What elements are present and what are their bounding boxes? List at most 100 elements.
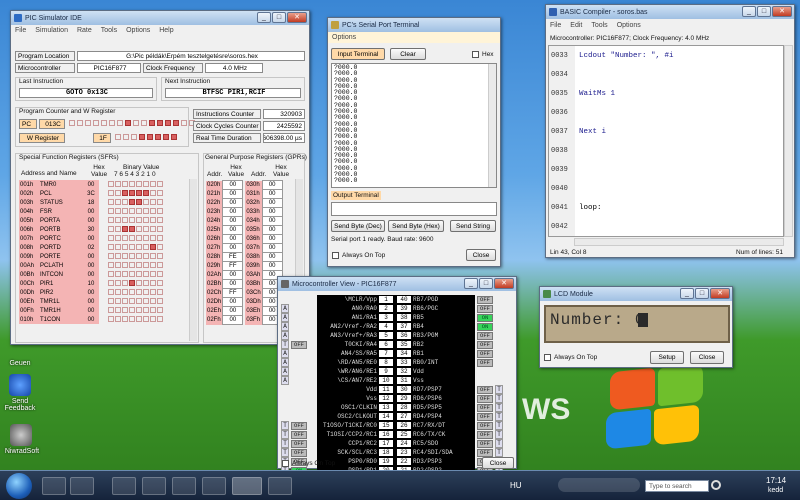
menu-simulation[interactable]: Simulation	[35, 27, 68, 34]
close-icon[interactable]: ✕	[494, 278, 514, 289]
pin-state[interactable]: ON	[477, 313, 493, 322]
menu-rate[interactable]: Rate	[77, 27, 92, 34]
pin-io-mode[interactable]: A	[281, 313, 289, 322]
pin-state[interactable]: OFF	[477, 304, 493, 313]
gpr-row[interactable]: 023h 00 033h 00	[206, 207, 283, 217]
menu-tools[interactable]: Tools	[101, 27, 117, 34]
code-line[interactable]: 0033 Lcdout "Number: ", #i	[549, 46, 783, 65]
gpr-row[interactable]: 027h 00 037h 00	[206, 243, 283, 253]
sfr-row[interactable]: 004h FSR 00	[19, 207, 165, 216]
pin-io-mode[interactable]: T	[495, 412, 503, 421]
lcd-always-on-top-checkbox[interactable]	[544, 354, 551, 361]
pin-io-mode[interactable]: T	[281, 448, 289, 457]
taskbar-item-mediaplayer[interactable]	[70, 477, 94, 495]
code-line[interactable]: 0041 loop:	[549, 198, 783, 217]
taskbar-item-app2[interactable]	[172, 477, 196, 495]
code-line[interactable]: 0040	[549, 179, 783, 198]
lcd-setup-button[interactable]: Setup	[650, 351, 684, 364]
menu-tools[interactable]: Tools	[591, 22, 607, 29]
mcu-titlebar[interactable]: Microcontroller View - PIC16F877 _ □ ✕	[278, 277, 516, 291]
hex-checkbox[interactable]	[472, 51, 479, 58]
gpr-row[interactable]: 025h 00 035h 00	[206, 225, 283, 235]
gpr-row[interactable]: 02Dh 00 03Dh 00	[206, 297, 283, 307]
pin-state[interactable]: OFF	[477, 295, 493, 304]
gpr-row[interactable]: 029h FF 039h 00	[206, 261, 283, 271]
taskbar-item-firefox[interactable]	[142, 477, 166, 495]
input-terminal-area[interactable]: ?000.0 ?000.0 ?000.0 ?000.0 ?000.0 ?000.0 ?000…	[331, 63, 497, 188]
language-indicator[interactable]: HU	[510, 481, 522, 490]
start-button[interactable]	[6, 473, 32, 499]
pin-io-mode[interactable]: A	[281, 376, 289, 385]
pin-io-mode[interactable]: T	[495, 430, 503, 439]
pin-state[interactable]: OFF	[477, 430, 493, 439]
lcd-close-button[interactable]: Close	[690, 351, 724, 364]
pin-state[interactable]: OFF	[477, 340, 493, 349]
code-horizontal-scrollbar[interactable]	[574, 238, 784, 246]
close-icon[interactable]: ✕	[287, 12, 307, 23]
menu-options[interactable]: Options	[332, 34, 356, 41]
sfr-row[interactable]: 005h PORTA 00	[19, 216, 165, 225]
gpr-row[interactable]: 02Ch FF 03Ch 00	[206, 288, 283, 298]
pin-io-mode[interactable]: A	[281, 322, 289, 331]
pin-state[interactable]: OFF	[477, 421, 493, 430]
sfr-row[interactable]: 006h PORTB 30	[19, 225, 165, 234]
close-icon[interactable]: ✕	[772, 6, 792, 17]
desktop-icon-send-feedback[interactable]: Send Feedback	[0, 374, 40, 418]
output-terminal-area[interactable]	[331, 202, 497, 216]
pin-io-mode[interactable]: T	[281, 421, 289, 430]
code-line[interactable]: 0042	[549, 217, 783, 236]
pin-state[interactable]: OFF	[477, 448, 493, 457]
menu-file[interactable]: File	[15, 27, 26, 34]
minimize-icon[interactable]: _	[464, 278, 478, 289]
gpr-row[interactable]: 026h 00 036h 00	[206, 234, 283, 244]
sfr-row[interactable]: 00Ah PCLATH 00	[19, 261, 165, 270]
pin-state[interactable]: OFF	[477, 358, 493, 367]
send-byte-hex-button[interactable]: Send Byte (Hex)	[388, 220, 444, 232]
pin-state[interactable]: OFF	[477, 403, 493, 412]
desktop-icon-niwradsoft[interactable]: NiwradSoft	[0, 424, 44, 462]
sfr-row[interactable]: 009h PORTE 00	[19, 252, 165, 261]
pic-simulator-titlebar[interactable]: PIC Simulator IDE _ □ ✕	[11, 11, 309, 25]
pin-state[interactable]: OFF	[291, 430, 307, 439]
pin-io-mode[interactable]: T	[495, 403, 503, 412]
sfr-row[interactable]: 00Fh TMR1H 00	[19, 306, 165, 315]
maximize-icon[interactable]: □	[272, 12, 286, 23]
pin-state[interactable]: OFF	[291, 448, 307, 457]
clock-day[interactable]: kedd	[768, 487, 783, 494]
menu-edit[interactable]: Edit	[570, 22, 582, 29]
maximize-icon[interactable]: □	[757, 6, 771, 17]
gpr-row[interactable]: 02Bh 00 03Bh 00	[206, 279, 283, 289]
menu-help[interactable]: Help	[159, 27, 173, 34]
pin-io-mode[interactable]: A	[281, 331, 289, 340]
pin-io-mode[interactable]: A	[281, 367, 289, 376]
code-line[interactable]: 0038	[549, 141, 783, 160]
pin-state[interactable]: ON	[477, 322, 493, 331]
gpr-row[interactable]: 02Fh 00 03Fh 00	[206, 315, 283, 325]
gpr-row[interactable]: 020h 00 030h 00	[206, 180, 283, 190]
minimize-icon[interactable]: _	[680, 288, 694, 299]
pin-state[interactable]: OFF	[477, 349, 493, 358]
mcu-close-button[interactable]: Close	[482, 457, 514, 469]
maximize-icon[interactable]: □	[695, 288, 709, 299]
minimize-icon[interactable]: _	[257, 12, 271, 23]
sfr-row[interactable]: 00Ch PIR1 10	[19, 279, 165, 288]
pin-state[interactable]: OFF	[477, 331, 493, 340]
gpr-row[interactable]: 028h FE 038h 00	[206, 252, 283, 262]
code-line[interactable]: 0037 Next i	[549, 122, 783, 141]
pin-io-mode[interactable]: T	[281, 340, 289, 349]
always-on-top-checkbox[interactable]	[332, 252, 339, 259]
gpr-row[interactable]: 021h 00 031h 00	[206, 189, 283, 199]
sfr-row[interactable]: 010h T1CON 00	[19, 315, 165, 324]
terminal-titlebar[interactable]: PC's Serial Port Terminal	[328, 18, 500, 32]
sfr-row[interactable]: 003h STATUS 18	[19, 198, 165, 207]
code-line[interactable]: 0036	[549, 103, 783, 122]
clock-time[interactable]: 17:14	[766, 476, 786, 485]
pin-state[interactable]: OFF	[291, 421, 307, 430]
minimize-icon[interactable]: _	[742, 6, 756, 17]
pin-state[interactable]: OFF	[477, 412, 493, 421]
mcu-always-on-top-checkbox[interactable]	[282, 460, 289, 467]
taskbar-item-explorer[interactable]	[42, 477, 66, 495]
sfr-row[interactable]: 007h PORTC 00	[19, 234, 165, 243]
taskbar-item-app4[interactable]	[268, 477, 292, 495]
pin-io-mode[interactable]: A	[281, 358, 289, 367]
